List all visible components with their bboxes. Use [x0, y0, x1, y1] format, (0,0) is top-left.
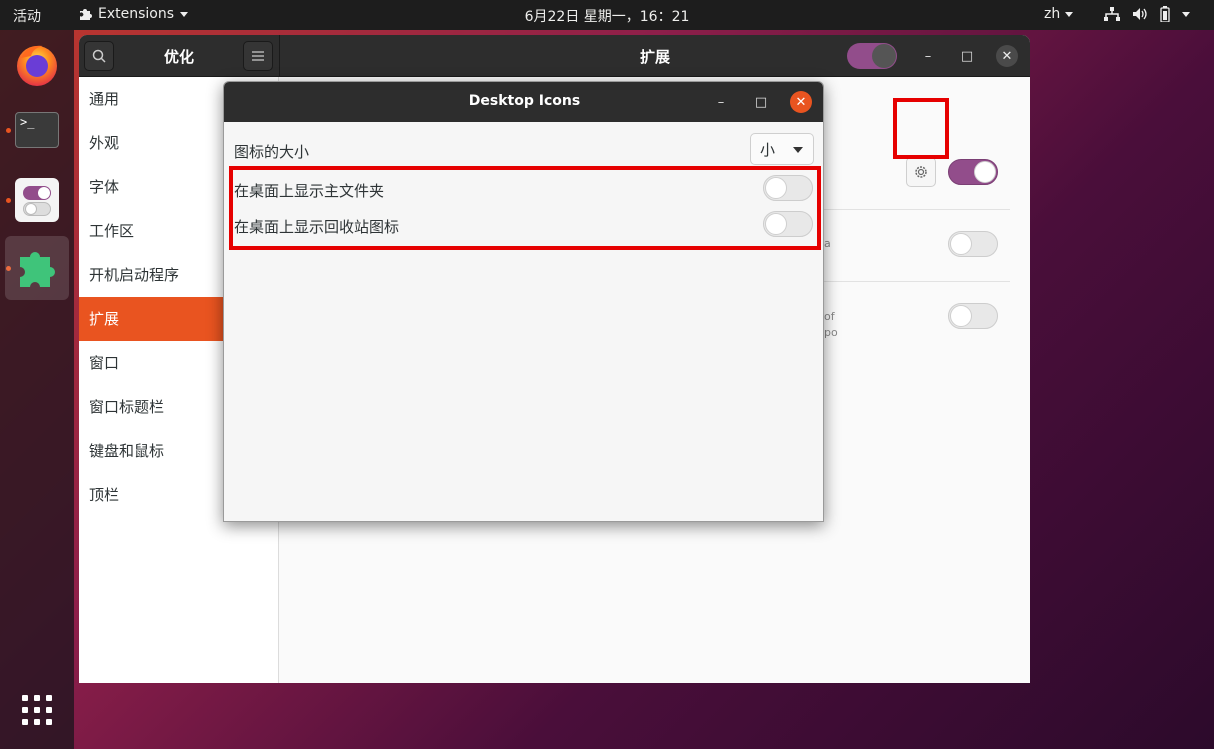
menu-button[interactable] [243, 41, 273, 71]
dock-extensions[interactable] [5, 236, 69, 300]
dock-show-apps[interactable] [9, 682, 65, 738]
tweaks-icon [15, 178, 59, 222]
show-trash-label: 在桌面上显示回收站图标 [234, 218, 400, 236]
dialog-title: Desktop Icons [468, 93, 581, 109]
system-menu[interactable] [1104, 6, 1190, 22]
network-icon [1104, 7, 1120, 21]
maximize-icon: □ [960, 48, 974, 64]
close-icon: ✕ [795, 94, 807, 110]
extension-toggle-3[interactable] [948, 303, 998, 329]
dock: >_ [0, 30, 74, 749]
extension-toggle-desktop-icons[interactable] [948, 159, 998, 185]
close-button[interactable]: ✕ [996, 45, 1018, 67]
chevron-down-icon [1065, 11, 1074, 17]
battery-icon [1160, 6, 1170, 22]
dialog-maximize-button[interactable]: □ [750, 91, 772, 113]
volume-icon [1133, 8, 1147, 20]
firefox-icon [17, 45, 57, 86]
dialog-close-button[interactable]: ✕ [790, 91, 812, 113]
icon-size-label: 图标的大小 [234, 143, 310, 161]
minimize-icon: – [924, 48, 932, 64]
icon-size-value: 小 [760, 140, 776, 159]
hidden-text-fragment: po [824, 326, 838, 339]
dock-firefox[interactable] [9, 36, 65, 92]
close-icon: ✕ [1001, 48, 1013, 64]
extension-settings-button[interactable] [906, 157, 936, 187]
chevron-down-icon [1182, 11, 1190, 17]
extensions-icon [20, 251, 55, 287]
top-bar: 活动 Extensions 6月22日 星期一，16：21 zh [0, 0, 1214, 30]
show-home-toggle[interactable] [763, 175, 813, 201]
terminal-icon: >_ [15, 112, 59, 148]
icon-size-dropdown[interactable]: 小 [750, 133, 814, 165]
dialog-header-bar: Desktop Icons – □ ✕ [224, 82, 823, 122]
desktop-icons-dialog: Desktop Icons – □ ✕ 图标的大小 小 在桌面上显示主文件夹 在… [223, 81, 824, 522]
header-bar: 优化 扩展 – □ ✕ [79, 35, 1030, 77]
show-trash-toggle[interactable] [763, 211, 813, 237]
clock[interactable]: 6月22日 星期一，16：21 [0, 6, 1214, 26]
language-label: zh [1044, 6, 1061, 22]
show-apps-icon [22, 695, 52, 725]
maximize-icon: □ [754, 94, 768, 110]
language-indicator[interactable]: zh [1044, 6, 1074, 22]
dock-terminal[interactable]: >_ [9, 102, 65, 158]
dock-tweaks[interactable] [9, 172, 65, 228]
extensions-master-switch[interactable] [847, 43, 897, 69]
dialog-minimize-button[interactable]: – [710, 91, 732, 113]
minimize-icon: – [717, 94, 725, 110]
show-home-label: 在桌面上显示主文件夹 [234, 182, 385, 200]
extension-toggle-2[interactable] [948, 231, 998, 257]
maximize-button[interactable]: □ [956, 45, 978, 67]
hidden-text-fragment: a [824, 237, 831, 250]
gear-icon [915, 166, 927, 178]
minimize-button[interactable]: – [917, 45, 939, 67]
hamburger-icon [252, 51, 264, 61]
chevron-down-icon [793, 147, 803, 153]
hidden-text-fragment: of [824, 310, 835, 323]
